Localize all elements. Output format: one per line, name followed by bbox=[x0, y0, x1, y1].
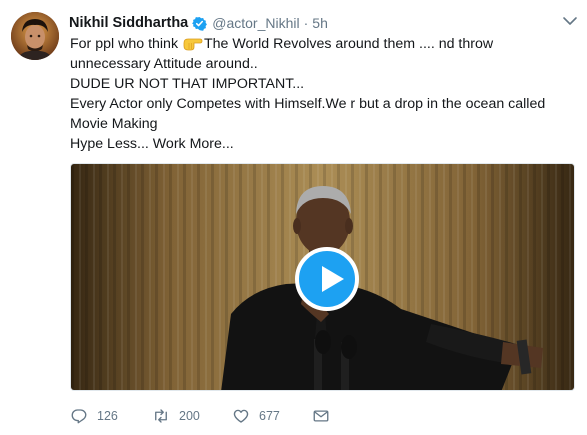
tweet-line-3: Every Actor only Competes with Himself.W… bbox=[70, 96, 546, 132]
envelope-icon bbox=[313, 410, 329, 422]
tweet-line-1: For ppl who think The World Revolves aro… bbox=[70, 34, 575, 74]
tweet-line-4: Hype Less... Work More... bbox=[70, 136, 234, 152]
tweet-line-1-start: For ppl who think bbox=[70, 36, 182, 52]
verified-badge-icon bbox=[192, 16, 208, 31]
reply-count: 126 bbox=[97, 409, 118, 423]
tweet-timestamp[interactable]: 5h bbox=[312, 15, 328, 31]
retweet-button[interactable]: 200 bbox=[152, 407, 232, 425]
play-icon[interactable] bbox=[295, 247, 359, 311]
pointing-hand-emoji bbox=[183, 35, 203, 51]
like-count: 677 bbox=[259, 409, 280, 423]
tweet-text: For ppl who think The World Revolves aro… bbox=[70, 34, 575, 154]
avatar-image bbox=[11, 12, 59, 60]
tweet: Nikhil Siddhartha @actor_Nikhil · 5h For… bbox=[0, 0, 587, 435]
avatar[interactable] bbox=[11, 12, 59, 60]
reply-icon bbox=[71, 409, 87, 424]
retweet-count: 200 bbox=[179, 409, 200, 423]
tweet-header: Nikhil Siddhartha @actor_Nikhil · 5h bbox=[69, 13, 328, 33]
tweet-line-2: DUDE UR NOT THAT IMPORTANT... bbox=[70, 76, 305, 92]
chevron-down-icon[interactable] bbox=[562, 14, 578, 28]
direct-message-button[interactable] bbox=[312, 407, 330, 425]
like-button[interactable]: 677 bbox=[232, 407, 312, 425]
retweet-icon bbox=[155, 409, 167, 423]
author-handle[interactable]: @actor_Nikhil bbox=[212, 15, 299, 31]
separator-dot: · bbox=[303, 15, 309, 31]
author-name[interactable]: Nikhil Siddhartha bbox=[69, 15, 188, 31]
video-player[interactable] bbox=[70, 163, 575, 391]
heart-icon bbox=[233, 409, 249, 423]
reply-button[interactable]: 126 bbox=[70, 407, 152, 425]
tweet-actions: 126 200 677 bbox=[70, 404, 330, 428]
